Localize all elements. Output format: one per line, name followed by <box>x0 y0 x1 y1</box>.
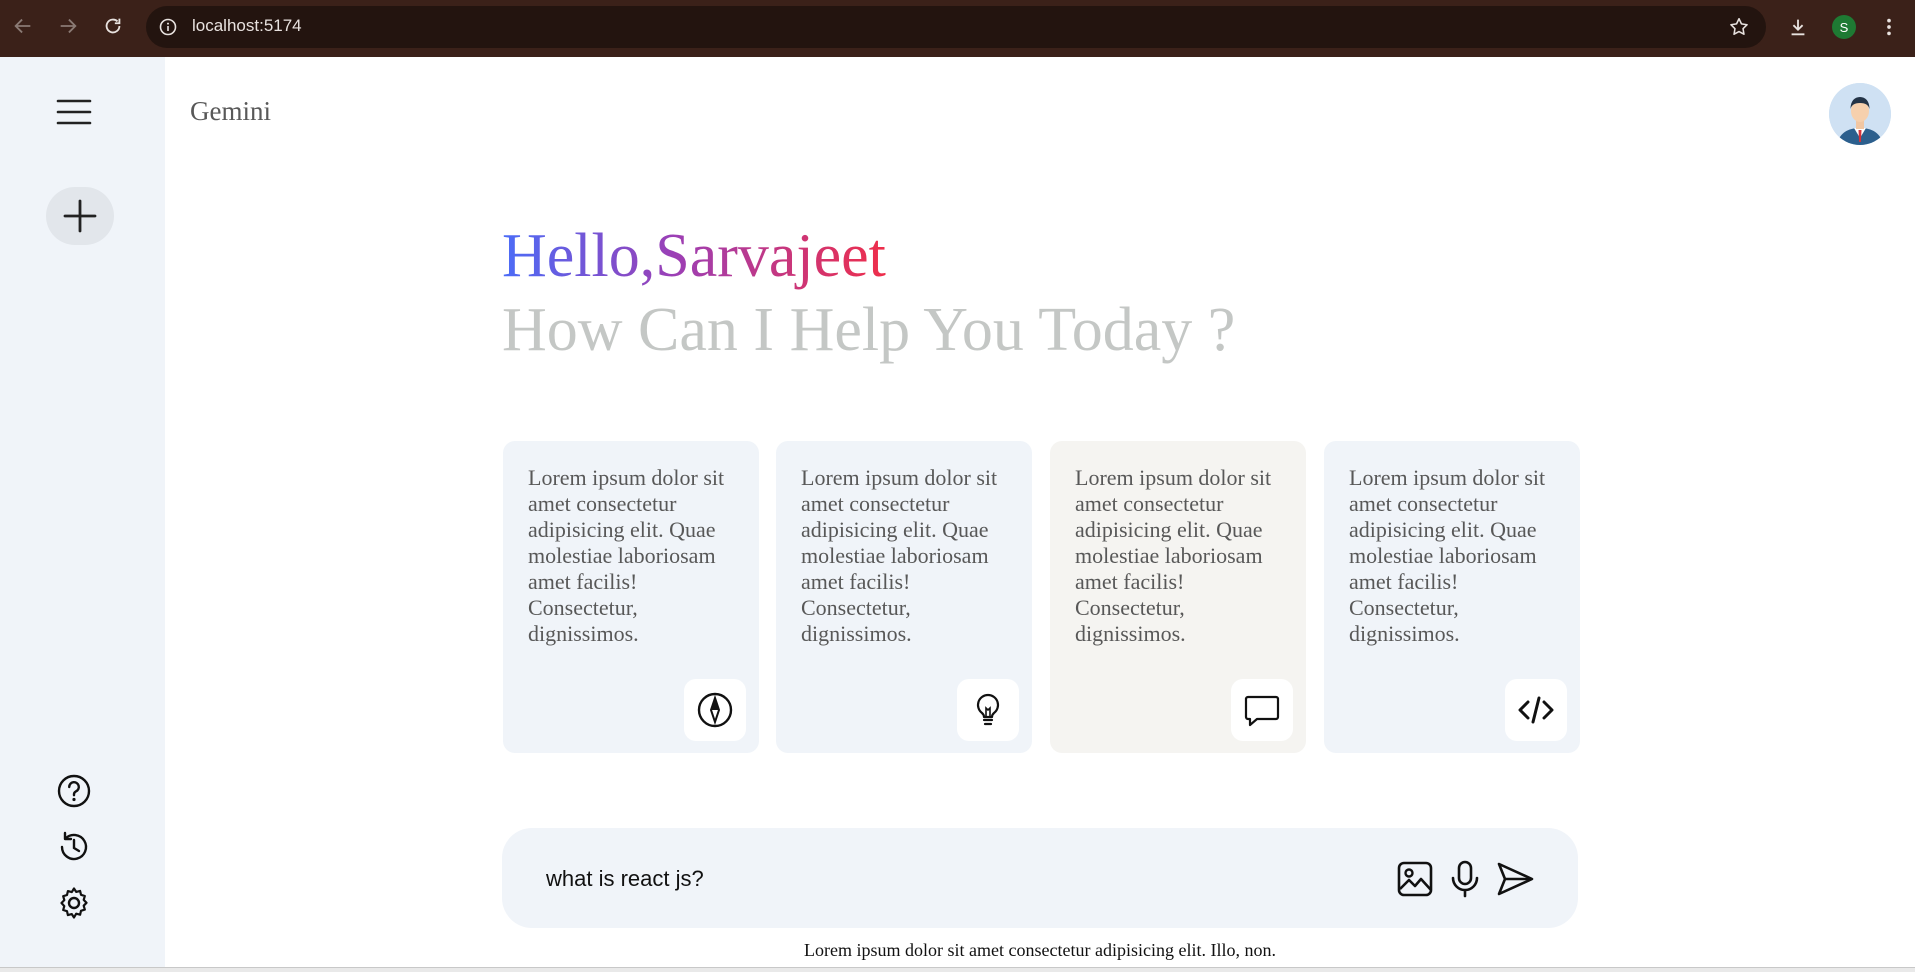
send-icon[interactable] <box>1494 858 1536 900</box>
suggestion-card[interactable]: Lorem ipsum dolor sit amet consectetur a… <box>776 441 1032 753</box>
reload-icon[interactable] <box>101 14 125 38</box>
download-icon[interactable] <box>1785 14 1811 40</box>
address-bar[interactable]: localhost:5174 <box>146 6 1766 48</box>
image-upload-icon[interactable] <box>1394 858 1436 900</box>
greeting-subtitle: How Can I Help You Today ? <box>502 296 1236 364</box>
prompt-input[interactable] <box>546 862 1346 896</box>
bookmark-star-icon[interactable] <box>1728 16 1750 38</box>
card-text: Lorem ipsum dolor sit amet consectetur a… <box>801 465 998 646</box>
microphone-icon[interactable] <box>1444 858 1486 900</box>
browser-toolbar: localhost:5174 S <box>0 0 1915 57</box>
prompt-bar <box>502 828 1578 928</box>
bulb-icon <box>957 679 1019 741</box>
card-text: Lorem ipsum dolor sit amet consectetur a… <box>1349 465 1546 646</box>
back-icon[interactable] <box>11 14 35 38</box>
settings-icon[interactable] <box>56 885 92 921</box>
help-icon[interactable] <box>56 773 92 809</box>
profile-initial: S <box>1832 15 1856 39</box>
suggestion-card[interactable]: Lorem ipsum dolor sit amet consectetur a… <box>503 441 759 753</box>
menu-icon[interactable] <box>56 98 92 126</box>
app-brand: Gemini <box>190 96 271 126</box>
kebab-menu-icon[interactable] <box>1876 14 1902 40</box>
greeting-title: Hello,Sarvajeet <box>502 222 886 290</box>
suggestion-card[interactable]: Lorem ipsum dolor sit amet consectetur a… <box>1050 441 1306 753</box>
window-bottom-edge <box>0 967 1915 972</box>
card-text: Lorem ipsum dolor sit amet consectetur a… <box>1075 465 1272 646</box>
card-text: Lorem ipsum dolor sit amet consectetur a… <box>528 465 725 646</box>
history-icon[interactable] <box>56 829 92 865</box>
user-avatar[interactable] <box>1829 83 1891 145</box>
suggestion-card[interactable]: Lorem ipsum dolor sit amet consectetur a… <box>1324 441 1580 753</box>
compass-icon <box>684 679 746 741</box>
url-text: localhost:5174 <box>192 16 302 35</box>
new-chat-button[interactable] <box>46 187 114 245</box>
profile-button[interactable]: S <box>1831 14 1857 40</box>
footer-note: Lorem ipsum dolor sit amet consectetur a… <box>804 940 1276 960</box>
plus-icon <box>63 199 97 233</box>
forward-icon[interactable] <box>56 14 80 38</box>
code-icon <box>1505 679 1567 741</box>
message-icon <box>1231 679 1293 741</box>
site-info-icon[interactable] <box>158 17 178 37</box>
